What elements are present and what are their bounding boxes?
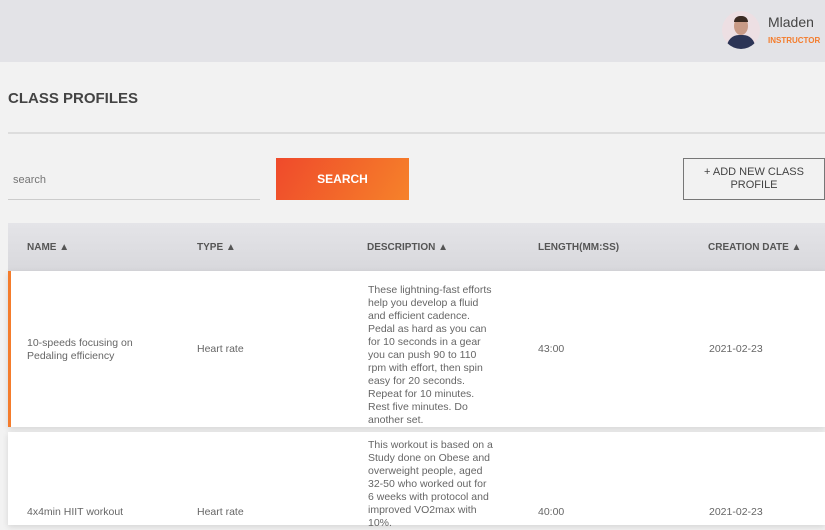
cell-date: 2021-02-23 — [709, 506, 763, 518]
header-name[interactable]: NAME ▲ — [27, 242, 69, 253]
cell-length: 40:00 — [538, 506, 565, 518]
search-button[interactable]: SEARCH — [276, 158, 409, 200]
header-type[interactable]: TYPE ▲ — [197, 242, 236, 253]
divider — [8, 132, 825, 134]
header-creation-date[interactable]: CREATION DATE ▲ — [708, 242, 801, 253]
add-class-profile-button[interactable]: + ADD NEW CLASS PROFILE — [683, 158, 825, 200]
table-row[interactable]: 4x4min HIIT workout Heart rate This work… — [8, 432, 825, 529]
page-title: CLASS PROFILES — [8, 90, 139, 107]
table-header: NAME ▲ TYPE ▲ DESCRIPTION ▲ LENGTH(MM:SS… — [8, 223, 825, 271]
avatar[interactable] — [722, 11, 760, 49]
cell-description: These lightning-fast efforts help you de… — [368, 284, 492, 426]
top-bar: Mladen INSTRUCTOR — [0, 0, 825, 62]
cell-type: Heart rate — [197, 343, 244, 355]
cell-name: 4x4min HIIT workout — [27, 506, 124, 518]
cell-length: 43:00 — [538, 343, 565, 355]
table-row[interactable]: 10-speeds focusing on Pedaling efficienc… — [8, 271, 825, 427]
user-name: Mladen — [768, 14, 814, 30]
header-length: LENGTH(MM:SS) — [538, 242, 620, 253]
cell-name: 10-speeds focusing on Pedaling efficienc… — [27, 337, 133, 362]
cell-date: 2021-02-23 — [709, 343, 763, 355]
user-role: INSTRUCTOR — [768, 36, 821, 45]
cell-type: Heart rate — [197, 506, 244, 518]
cell-description: This workout is based on a Study done on… — [368, 439, 493, 529]
search-input[interactable] — [8, 160, 260, 200]
header-description[interactable]: DESCRIPTION ▲ — [367, 242, 448, 253]
